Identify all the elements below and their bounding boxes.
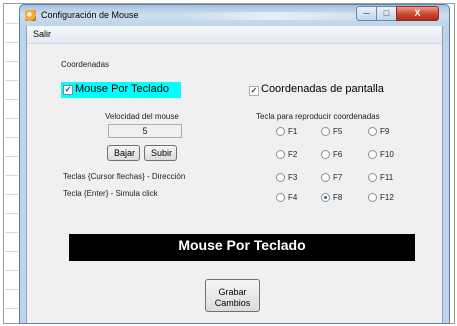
close-button[interactable]: X bbox=[396, 6, 439, 21]
title-bar[interactable]: Configuración de Mouse ─ □ X bbox=[20, 5, 449, 26]
grabar-cambios-button[interactable]: Grabar Cambios bbox=[205, 279, 260, 312]
app-icon bbox=[25, 10, 36, 21]
bajar-button[interactable]: Bajar bbox=[107, 145, 140, 161]
radio-f8-label: F8 bbox=[333, 193, 343, 202]
radio-f4[interactable]: F4 bbox=[276, 191, 316, 205]
maximize-button[interactable]: □ bbox=[376, 6, 397, 21]
radio-f3-label: F3 bbox=[288, 173, 298, 182]
mouse-por-teclado-label: Mouse Por Teclado bbox=[75, 83, 169, 95]
radio-f10[interactable]: F10 bbox=[368, 148, 408, 162]
radio-f8-circle[interactable] bbox=[321, 193, 330, 202]
radio-f10-label: F10 bbox=[380, 150, 394, 159]
radio-f6-label: F6 bbox=[333, 150, 343, 159]
radio-f7-label: F7 bbox=[333, 173, 343, 182]
radio-f3[interactable]: F3 bbox=[276, 171, 316, 185]
radio-f5-label: F5 bbox=[333, 127, 343, 136]
hint-click: Tecla {Enter} - Simula click bbox=[63, 189, 158, 198]
radio-f10-circle[interactable] bbox=[368, 150, 377, 159]
window-title: Configuración de Mouse bbox=[41, 10, 139, 20]
radio-f12[interactable]: F12 bbox=[368, 191, 408, 205]
radio-f5-circle[interactable] bbox=[321, 127, 330, 136]
menu-item-salir[interactable]: Salir bbox=[33, 29, 51, 39]
radio-f2[interactable]: F2 bbox=[276, 148, 316, 162]
mouse-por-teclado-check-icon[interactable]: ✓ bbox=[63, 85, 73, 95]
menu-bar: Salir bbox=[27, 26, 442, 44]
subir-button[interactable]: Subir bbox=[144, 145, 177, 161]
radio-f1-circle[interactable] bbox=[276, 127, 285, 136]
radio-f7[interactable]: F7 bbox=[321, 171, 361, 185]
status-banner: Mouse Por Teclado bbox=[69, 234, 415, 261]
radio-f4-label: F4 bbox=[288, 193, 298, 202]
title-bar-glare bbox=[180, 12, 360, 20]
radio-f5[interactable]: F5 bbox=[321, 125, 361, 139]
radio-f1[interactable]: F1 bbox=[276, 125, 316, 139]
velocidad-input[interactable]: 5 bbox=[108, 124, 182, 138]
tecla-label: Tecla para reproducir coordenadas bbox=[256, 112, 380, 121]
radio-f12-label: F12 bbox=[380, 193, 394, 202]
app-window: Configuración de Mouse ─ □ X Salir Coord… bbox=[19, 4, 450, 324]
radio-f11-label: F11 bbox=[380, 173, 394, 182]
radio-f9[interactable]: F9 bbox=[368, 125, 408, 139]
grabar-line-1: Grabar bbox=[218, 286, 247, 297]
radio-f8[interactable]: F8 bbox=[321, 191, 361, 205]
radio-f6[interactable]: F6 bbox=[321, 148, 361, 162]
coordenadas-pantalla-label: Coordenadas de pantalla bbox=[261, 83, 384, 95]
minimize-button[interactable]: ─ bbox=[356, 6, 377, 21]
radio-f2-circle[interactable] bbox=[276, 150, 285, 159]
coordenadas-pantalla-check-icon[interactable]: ✓ bbox=[249, 86, 259, 96]
radio-f11-circle[interactable] bbox=[368, 173, 377, 182]
radio-f2-label: F2 bbox=[288, 150, 298, 159]
radio-f1-label: F1 bbox=[288, 127, 298, 136]
left-gutter bbox=[5, 5, 18, 322]
radio-f11[interactable]: F11 bbox=[368, 171, 408, 185]
radio-f6-circle[interactable] bbox=[321, 150, 330, 159]
radio-f7-circle[interactable] bbox=[321, 173, 330, 182]
radio-f12-circle[interactable] bbox=[368, 193, 377, 202]
hint-direccion: Teclas {Cursor flechas} - Dirección bbox=[63, 172, 186, 181]
radio-f4-circle[interactable] bbox=[276, 193, 285, 202]
velocidad-label: Velocidad del mouse bbox=[105, 112, 179, 121]
client-area: Salir Coordenadas ✓ Mouse Por Teclado ✓ … bbox=[26, 26, 443, 323]
grabar-line-2: Cambios bbox=[214, 297, 251, 308]
radio-f9-circle[interactable] bbox=[368, 127, 377, 136]
mouse-por-teclado-checkbox[interactable]: ✓ Mouse Por Teclado bbox=[61, 82, 181, 98]
coordenadas-section-label: Coordenadas bbox=[61, 60, 110, 69]
radio-f9-label: F9 bbox=[380, 127, 390, 136]
radio-f3-circle[interactable] bbox=[276, 173, 285, 182]
